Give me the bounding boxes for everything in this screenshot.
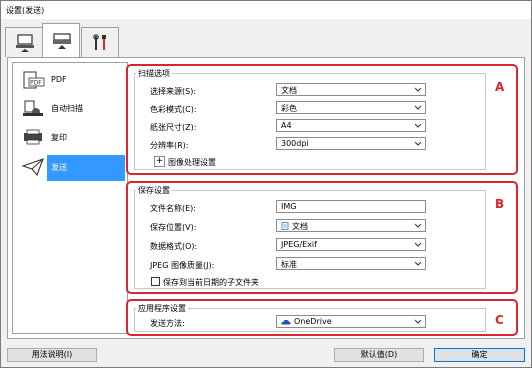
title-bar: 设置(发送) [1,1,531,19]
chevron-down-icon [415,242,421,247]
sidebar: PDF PDF 自动扫描 复印 发送 [12,62,128,334]
send-method-value: OneDrive [294,317,332,326]
pdf-icon: PDF [23,71,45,89]
tab-general-settings[interactable] [81,27,119,57]
resolution-select[interactable]: 300dpi [276,137,426,150]
ok-button[interactable]: 确定 [434,348,525,362]
settings-panel: PDF PDF 自动扫描 复印 发送 扫描选项 A 选择来源(S): 文档 色彩… [7,57,525,339]
paper-size-label: 纸张尺寸(Z): [150,123,197,132]
subfolder-checkbox[interactable] [151,277,160,286]
tab-scan-from-computer[interactable] [5,27,43,57]
paper-size-select[interactable]: A4 [276,119,426,132]
tab-strip [1,21,531,58]
computer-scan-icon [16,34,34,52]
tools-icon [93,34,106,50]
source-value: 文档 [281,86,297,95]
save-location-select[interactable]: 文档 [276,219,426,232]
image-processing-label: 图像处理设置 [168,158,216,167]
sidebar-item-pdf[interactable]: PDF PDF [13,65,127,95]
paper-size-value: A4 [281,121,292,130]
badge-b: B [495,197,505,211]
filename-input[interactable]: IMG [276,200,426,213]
sidebar-item-auto-scan[interactable]: 自动扫描 [13,93,127,123]
sidebar-item-label: 复印 [51,133,67,142]
scan-options-title: 扫描选项 [136,68,172,79]
send-method-select[interactable]: OneDrive [276,315,426,328]
source-label: 选择来源(S): [150,87,197,96]
color-mode-select[interactable]: 彩色 [276,101,426,114]
chevron-down-icon [415,261,421,266]
data-format-select[interactable]: JPEG/Exif [276,238,426,251]
jpeg-quality-select[interactable]: 标准 [276,257,426,270]
badge-a: A [495,80,505,94]
chevron-down-icon [415,87,421,92]
badge-c: C [495,313,504,327]
color-mode-value: 彩色 [281,104,297,113]
auto-scan-icon [23,100,43,116]
app-settings-title: 应用程序设置 [136,303,188,314]
resolution-value: 300dpi [281,139,309,148]
document-icon [281,222,289,230]
sidebar-item-send[interactable]: 发送 [13,152,127,182]
color-mode-label: 色彩模式(C): [150,105,197,114]
save-settings-title: 保存设置 [136,185,172,196]
filename-label: 文件名称(E): [150,204,196,213]
send-icon [21,158,44,176]
sidebar-item-copy[interactable]: 复印 [13,122,127,152]
source-select[interactable]: 文档 [276,83,426,96]
jpeg-quality-value: 标准 [281,260,297,269]
chevron-down-icon [415,141,421,146]
save-settings-highlight: 保存设置 B 文件名称(E): IMG 保存位置(V): 文档 数据格式(O):… [126,181,518,294]
save-location-label: 保存位置(V): [150,223,197,232]
onedrive-cloud-icon [281,319,291,325]
chevron-down-icon [415,105,421,110]
send-method-label: 发送方法: [150,319,185,328]
svg-text:PDF: PDF [30,80,42,87]
subfolder-label: 保存到当前日期的子文件夹 [163,278,259,287]
sidebar-item-label: 自动扫描 [51,104,83,113]
sidebar-item-label: PDF [51,75,67,84]
save-location-value: 文档 [292,222,308,231]
data-format-value: JPEG/Exif [281,240,317,249]
help-button[interactable]: 用法说明(I) [7,348,97,362]
settings-window: 设置(发送) PDF PDF 自动扫描 复印 发送 扫描选项 A 选择来源(S)… [0,0,532,368]
copy-icon [24,129,42,145]
app-settings-highlight: 应用程序设置 C 发送方法: OneDrive [126,299,518,336]
data-format-label: 数据格式(O): [150,242,198,251]
defaults-button[interactable]: 默认值(D) [334,348,424,362]
sidebar-item-label: 发送 [51,163,67,172]
jpeg-quality-label: JPEG 图像质量(J): [150,261,215,270]
tab-scan-from-device[interactable] [42,23,80,58]
expand-image-processing-button[interactable]: + [154,156,165,167]
scan-options-highlight: 扫描选项 A 选择来源(S): 文档 色彩模式(C): 彩色 纸张尺寸(Z): … [126,64,518,175]
chevron-down-icon [415,123,421,128]
chevron-down-icon [415,223,421,228]
device-scan-icon [53,33,71,49]
filename-value: IMG [281,202,297,211]
chevron-down-icon [415,319,421,324]
window-title: 设置(发送) [6,6,45,15]
resolution-label: 分辨率(R): [150,141,189,150]
